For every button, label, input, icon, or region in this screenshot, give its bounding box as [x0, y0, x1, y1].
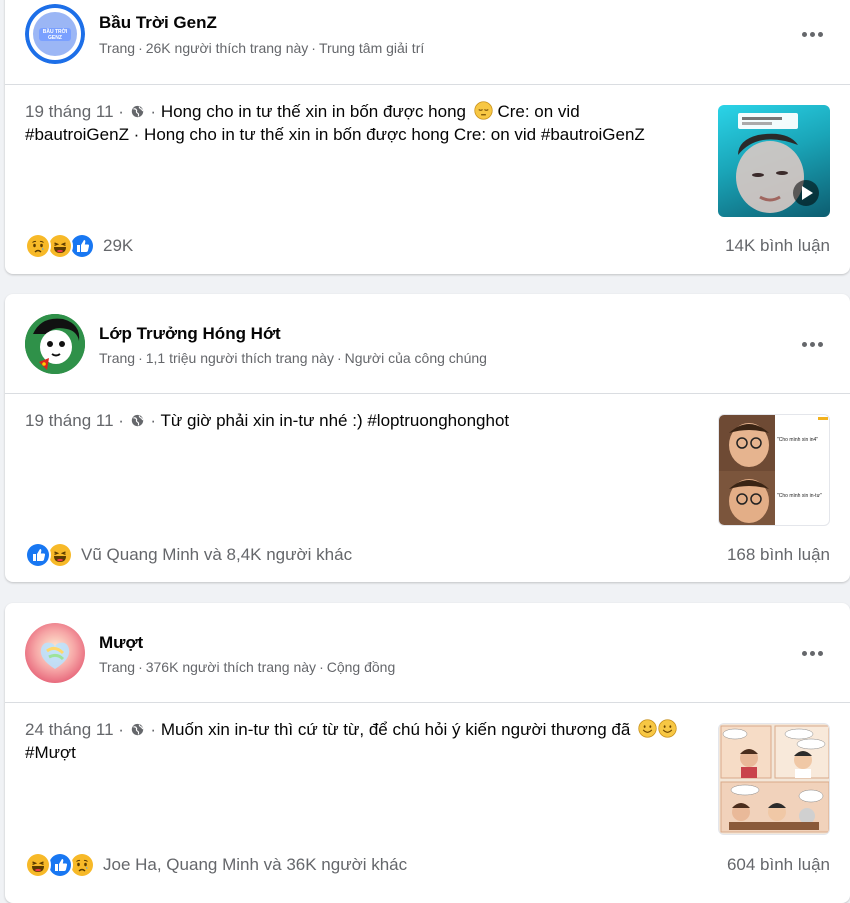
page-category: Trung tâm giải trí: [318, 40, 425, 56]
meta-separator: ·: [150, 411, 157, 430]
page-likes: 1,1 triệu người thích trang này: [145, 350, 334, 366]
meta-separator: ·: [336, 350, 342, 366]
more-dot-icon: [809, 650, 815, 656]
comment-count-link[interactable]: 604 bình luận: [727, 855, 830, 875]
more-dot-icon: [817, 31, 823, 37]
more-dot-icon: [801, 650, 807, 656]
more-dot-icon: [801, 341, 807, 347]
page-category: Cộng đồng: [326, 659, 396, 675]
more-dot-icon: [801, 31, 807, 37]
post-text: 24 tháng 11 · · Muốn xin in-tư thì cứ từ…: [25, 718, 705, 764]
post-text-line1: Từ giờ phải xin in-tư nhé :) #loptruongh…: [160, 411, 510, 430]
smile-emoji-icon: [658, 719, 677, 738]
globe-icon: [131, 414, 144, 427]
video-thumbnail[interactable]: [718, 105, 830, 217]
post-card: BẦU TRỜI GENZ Bầu Trời GenZ Trang · 26K ng…: [5, 0, 850, 274]
meta-separator: ·: [138, 659, 143, 675]
page-category: Người của công chúng: [344, 350, 487, 366]
comment-count-link[interactable]: 168 bình luận: [727, 545, 830, 565]
page-avatar[interactable]: [25, 623, 85, 683]
meta-separator: ·: [319, 659, 324, 675]
sad-reaction-icon: [25, 233, 51, 259]
pensive-emoji-icon: [474, 101, 493, 120]
more-options-button[interactable]: [796, 637, 828, 669]
more-dot-icon: [809, 341, 815, 347]
post-text-line1: Hong cho in tư thế xin in bốn được hong: [160, 102, 466, 121]
reaction-count: 29K: [103, 236, 134, 255]
more-options-button[interactable]: [796, 328, 828, 360]
post-date[interactable]: 19 tháng 11: [25, 411, 114, 430]
page-meta: Trang · 1,1 triệu người thích trang này · Ng…: [99, 350, 487, 366]
meme-image-thumbnail[interactable]: "Cho mình xin in4" "Cho mình xin in-tư": [718, 414, 830, 526]
page-likes: 376K người thích trang này: [145, 659, 317, 675]
page-likes: 26K người thích trang này: [145, 40, 309, 56]
page-avatar[interactable]: [25, 314, 85, 374]
meta-separator: ·: [311, 40, 316, 56]
page-meta: Trang · 376K người thích trang này · Cộng đồ…: [99, 659, 395, 675]
meme-caption-top: "Cho mình xin in4": [777, 437, 819, 443]
avatar-logo-text: BẦU TRỜI GENZ: [42, 29, 68, 41]
reaction-summary[interactable]: 29K: [25, 233, 133, 259]
post-date[interactable]: 19 tháng 11: [25, 102, 114, 121]
more-dot-icon: [817, 650, 823, 656]
reaction-count: Vũ Quang Minh và 8,4K người khác: [81, 545, 353, 564]
meta-separator: ·: [150, 102, 157, 121]
post-text-line1: Muốn xin in-tư thì cứ từ từ, để chú hỏi …: [160, 720, 631, 739]
more-options-button[interactable]: [796, 18, 828, 50]
page-type: Trang: [99, 350, 136, 366]
reaction-summary[interactable]: Vũ Quang Minh và 8,4K người khác: [25, 542, 352, 568]
post-date[interactable]: 24 tháng 11: [25, 720, 114, 739]
more-dot-icon: [817, 341, 823, 347]
post-header: BẦU TRỜI GENZ Bầu Trời GenZ Trang · 26K ng…: [5, 0, 850, 85]
meta-separator: ·: [138, 350, 143, 366]
globe-icon: [131, 723, 144, 736]
comic-image-thumbnail[interactable]: [718, 723, 830, 835]
more-dot-icon: [809, 31, 815, 37]
like-reaction-icon: [25, 542, 51, 568]
meme-caption-bottom: "Cho mình xin in-tư": [777, 493, 822, 499]
play-icon[interactable]: [794, 180, 820, 206]
post-header: Mượt Trang · 376K người thích trang này · Cộ…: [5, 603, 850, 703]
meta-separator: ·: [150, 720, 157, 739]
post-card: Lớp Trưởng Hóng Hớt Trang · 1,1 triệu ngườ…: [5, 294, 850, 582]
post-text: 19 tháng 11 · · Từ giờ phải xin in-tư nh…: [25, 409, 705, 432]
post-text: 19 tháng 11 · · Hong cho in tư thế xin i…: [25, 100, 705, 146]
comment-count-link[interactable]: 14K bình luận: [725, 236, 830, 256]
post-hashtag[interactable]: #Mượt: [25, 743, 76, 762]
page-meta: Trang · 26K người thích trang này · Trung tâ…: [99, 40, 424, 56]
post-card: Mượt Trang · 376K người thích trang này · Cộ…: [5, 603, 850, 903]
globe-icon: [131, 105, 144, 118]
page-name[interactable]: Mượt: [99, 633, 143, 653]
page-avatar[interactable]: BẦU TRỜI GENZ: [25, 4, 85, 64]
post-text-line2: #bautroiGenZ · Hong cho in tư thế xin in…: [25, 125, 645, 144]
meta-separator: ·: [118, 102, 124, 121]
reaction-count: Joe Ha, Quang Minh và 36K người khác: [103, 855, 408, 874]
page-name[interactable]: Lớp Trưởng Hóng Hớt: [99, 324, 281, 344]
post-header: Lớp Trưởng Hóng Hớt Trang · 1,1 triệu ngườ…: [5, 294, 850, 394]
page-type: Trang: [99, 659, 136, 675]
smile-emoji-icon: [638, 719, 657, 738]
meta-separator: ·: [118, 720, 124, 739]
post-text-credit: Cre: on vid: [497, 102, 580, 121]
meta-separator: ·: [138, 40, 143, 56]
reaction-summary[interactable]: Joe Ha, Quang Minh và 36K người khác: [25, 852, 407, 878]
haha-reaction-icon: [25, 852, 51, 878]
page-name[interactable]: Bầu Trời GenZ: [99, 13, 217, 33]
meta-separator: ·: [118, 411, 124, 430]
page-type: Trang: [99, 40, 136, 56]
